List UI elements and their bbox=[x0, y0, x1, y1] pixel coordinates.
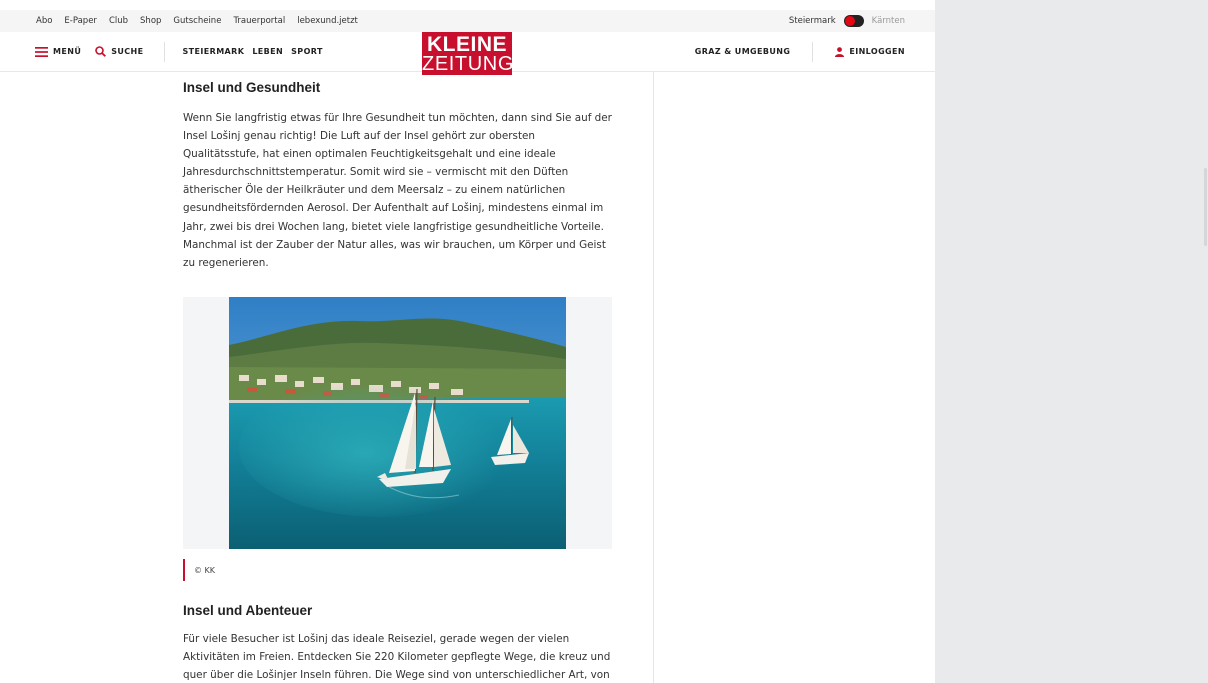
link-trauerportal[interactable]: Trauerportal bbox=[233, 16, 285, 26]
link-abo[interactable]: Abo bbox=[36, 16, 52, 26]
region-steiermark[interactable]: Steiermark bbox=[789, 16, 836, 26]
section-text-health: Wenn Sie langfristig etwas für Ihre Gesu… bbox=[183, 112, 612, 269]
link-shop[interactable]: Shop bbox=[140, 16, 161, 26]
link-club[interactable]: Club bbox=[109, 16, 128, 26]
nav-divider-right bbox=[812, 41, 814, 62]
search-button[interactable]: SUCHE bbox=[95, 46, 143, 57]
menu-label: MENÜ bbox=[53, 47, 82, 56]
user-icon bbox=[835, 46, 845, 57]
nav-sport[interactable]: SPORT bbox=[291, 47, 323, 56]
page: Abo E-Paper Club Shop Gutscheine Trauerp… bbox=[0, 0, 935, 683]
nav-left: MENÜ SUCHE STEIERMARK LEBEN SPORT bbox=[35, 32, 323, 71]
logo-line2: ZEITUNG bbox=[422, 53, 514, 75]
link-gutscheine[interactable]: Gutscheine bbox=[173, 16, 221, 26]
column-divider bbox=[653, 72, 654, 683]
service-bar: Abo E-Paper Club Shop Gutscheine Trauerp… bbox=[0, 10, 935, 32]
hamburger-icon bbox=[35, 46, 48, 57]
search-label: SUCHE bbox=[111, 47, 144, 56]
region-kaernten[interactable]: Kärnten bbox=[872, 16, 905, 26]
nav-graz-umgebung[interactable]: GRAZ & UMGEBUNG bbox=[695, 47, 791, 56]
nav-leben[interactable]: LEBEN bbox=[252, 47, 283, 56]
link-epaper[interactable]: E-Paper bbox=[64, 16, 97, 26]
photo-sailboats-losinj[interactable] bbox=[229, 297, 566, 549]
nav-divider bbox=[163, 41, 165, 62]
nav-sections: STEIERMARK LEBEN SPORT bbox=[183, 47, 323, 56]
section-heading-adventure: Insel und Abenteuer bbox=[183, 603, 313, 618]
login-label: EINLOGGEN bbox=[849, 47, 905, 56]
kleine-zeitung-logo[interactable]: KLEINE ZEITUNG bbox=[422, 32, 514, 75]
region-switch: Steiermark Kärnten bbox=[789, 10, 905, 32]
search-icon bbox=[95, 46, 107, 57]
section-heading-health: Insel und Gesundheit bbox=[183, 80, 321, 95]
section-text-adventure: Für viele Besucher ist Lošinj das ideale… bbox=[183, 633, 611, 682]
nav-steiermark[interactable]: STEIERMARK bbox=[183, 47, 245, 56]
nav-right: GRAZ & UMGEBUNG EINLOGGEN bbox=[695, 32, 905, 71]
main-navigation: MENÜ SUCHE STEIERMARK LEBEN SPORT KLEINE… bbox=[0, 32, 935, 75]
toggle-knob bbox=[844, 16, 855, 26]
region-toggle[interactable] bbox=[843, 15, 864, 27]
service-links: Abo E-Paper Club Shop Gutscheine Trauerp… bbox=[36, 10, 358, 32]
article-figure bbox=[183, 297, 612, 549]
menu-button[interactable]: MENÜ bbox=[35, 46, 82, 57]
image-credit: © KK bbox=[183, 559, 215, 581]
right-gutter bbox=[935, 0, 1208, 683]
link-lebexund[interactable]: lebexund.jetzt bbox=[297, 16, 358, 26]
logo-line1: KLEINE bbox=[426, 33, 507, 56]
login-button[interactable]: EINLOGGEN bbox=[835, 46, 905, 57]
scrollbar-thumb[interactable] bbox=[1204, 168, 1207, 246]
